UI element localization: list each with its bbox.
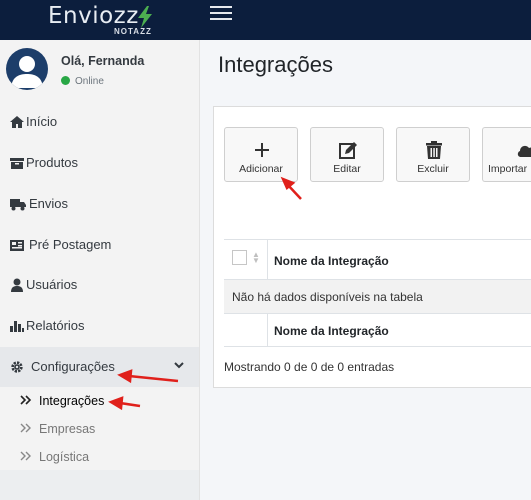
online-status-dot <box>61 76 70 85</box>
import-button-label: Importar <box>488 163 528 175</box>
double-chevron-right-icon <box>20 423 31 433</box>
trash-icon <box>426 141 442 159</box>
sidebar-item-configuracoes[interactable]: Configurações <box>0 347 199 387</box>
user-status: Online <box>61 76 104 87</box>
user-greeting: Olá, Fernanda <box>61 54 145 68</box>
home-icon <box>10 116 24 128</box>
column-header-nome-integracao[interactable]: Nome da Integração <box>274 254 389 268</box>
sidebar-item-envios[interactable]: Envios <box>0 184 199 224</box>
page-title: Integrações <box>218 52 333 77</box>
sidebar-item-relatorios[interactable]: Relatórios <box>0 306 199 346</box>
table-empty-row: Não há dados disponíveis na tabela <box>224 279 531 313</box>
user-icon <box>11 278 23 292</box>
menu-toggle-button[interactable] <box>210 6 232 22</box>
edit-button[interactable]: Editar <box>310 127 384 182</box>
edit-icon <box>339 142 357 159</box>
bolt-icon <box>138 6 152 28</box>
status-label: Online <box>75 76 104 87</box>
gear-icon <box>11 361 23 373</box>
bar-chart-icon <box>10 321 24 332</box>
sidebar-subitem-logistica[interactable]: Logística <box>0 444 199 470</box>
integrations-card: Adicionar Editar Excluir Importar ▲ ▼ Nom… <box>213 106 531 388</box>
double-chevron-right-icon <box>20 451 31 461</box>
sidebar-item-label: Pré Postagem <box>29 237 112 252</box>
sidebar-item-pre-postagem[interactable]: Pré Postagem <box>0 225 199 265</box>
brand-subtitle: NOTAZZ <box>114 27 152 36</box>
delete-button[interactable]: Excluir <box>396 127 470 182</box>
column-footer-nome-integracao: Nome da Integração <box>274 324 389 338</box>
sidebar-subitem-label: Empresas <box>39 422 96 436</box>
sidebar-subitem-integracoes[interactable]: Integrações <box>0 388 199 414</box>
truck-icon <box>10 199 26 211</box>
sidebar-item-produtos[interactable]: Produtos <box>0 143 199 183</box>
sidebar-subitem-label: Integrações <box>39 394 105 408</box>
sidebar-item-label: Relatórios <box>26 318 85 333</box>
select-all-checkbox[interactable] <box>232 250 247 265</box>
footer-blank-cell <box>224 314 268 346</box>
table-header-row: ▲ ▼ Nome da Integração <box>224 239 531 279</box>
sidebar-item-usuarios[interactable]: Usuários <box>0 265 199 305</box>
avatar <box>6 48 48 90</box>
table-info: Mostrando 0 de 0 de 0 entradas <box>224 360 395 374</box>
edit-button-label: Editar <box>333 163 361 175</box>
double-chevron-right-icon <box>20 395 32 405</box>
user-avatar-icon <box>11 56 43 88</box>
sidebar-item-label: Envios <box>29 196 69 211</box>
sort-icon[interactable]: ▲ ▼ <box>252 251 260 265</box>
sidebar-subitem-label: Logística <box>39 450 90 464</box>
sidebar-subitem-empresas[interactable]: Empresas <box>0 416 199 442</box>
box-icon <box>10 158 24 169</box>
sidebar: Olá, Fernanda Online Início Produtos Env… <box>0 40 200 500</box>
select-all-cell: ▲ ▼ <box>224 240 268 279</box>
table-footer-row: Nome da Integração <box>224 313 531 347</box>
add-button[interactable]: Adicionar <box>224 127 298 182</box>
empty-table-message: Não há dados disponíveis na tabela <box>232 290 423 304</box>
sidebar-item-label: Usuários <box>26 277 78 292</box>
sidebar-item-label: Configurações <box>31 359 115 374</box>
chevron-down-icon <box>174 362 184 369</box>
brand-logo[interactable]: Enviozz NOTAZZ <box>0 0 200 40</box>
delete-button-label: Excluir <box>417 163 449 175</box>
barcode-icon <box>10 240 24 251</box>
cloud-upload-icon <box>517 145 531 157</box>
brand-name: Enviozz <box>48 3 139 29</box>
plus-icon <box>255 143 269 157</box>
sidebar-item-label: Produtos <box>26 155 79 170</box>
user-panel: Olá, Fernanda Online <box>0 40 199 100</box>
sidebar-item-inicio[interactable]: Início <box>0 102 199 142</box>
add-button-label: Adicionar <box>239 163 283 175</box>
sidebar-item-label: Início <box>26 114 58 129</box>
sidebar-footer-strip <box>0 470 199 500</box>
top-navbar: Enviozz NOTAZZ <box>0 0 531 40</box>
import-button[interactable]: Importar <box>482 127 531 182</box>
